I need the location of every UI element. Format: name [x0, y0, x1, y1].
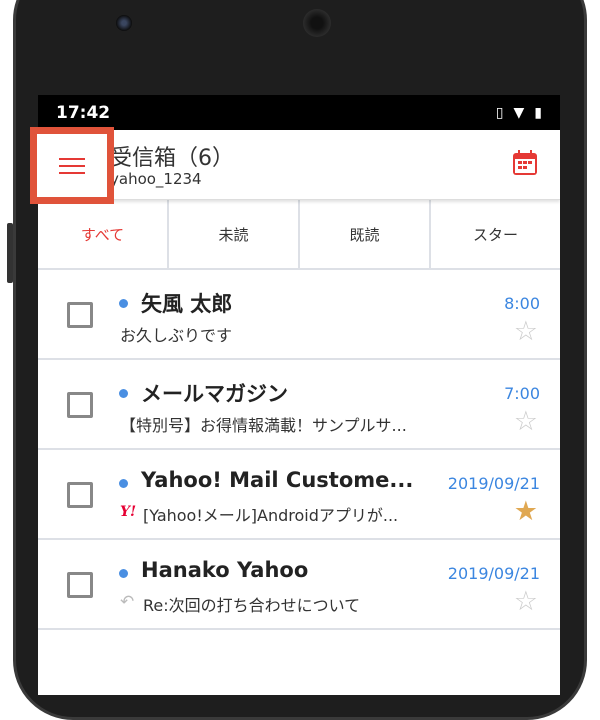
message-subject: Re:次回の打ち合わせについて [143, 596, 361, 615]
star-icon[interactable]: ☆ [514, 408, 538, 435]
tab-all[interactable]: すべて [38, 200, 169, 268]
hamburger-menu-icon[interactable] [30, 127, 114, 204]
star-icon[interactable]: ☆ [514, 588, 538, 615]
page-title: 受信箱（6） [110, 146, 234, 171]
volume-button [7, 223, 13, 283]
wifi-icon: ▼ [513, 104, 525, 121]
message-row[interactable]: メールマガジン 7:00 【特別号】お得情報満載！サンプルサ... ☆ [38, 360, 560, 450]
unread-dot [119, 299, 128, 308]
unread-dot [119, 569, 128, 578]
account-name: yahoo_1234 [110, 170, 202, 188]
message-date: 2019/09/21 [447, 474, 540, 493]
front-camera [116, 15, 132, 31]
message-date: 7:00 [504, 384, 540, 403]
yahoo-logo-icon: Y! [120, 504, 137, 520]
message-subject: 【特別号】お得情報満載！サンプルサ... [120, 416, 407, 435]
message-date: 8:00 [504, 294, 540, 313]
message-subject: [Yahoo!メール]Androidアプリが... [143, 506, 399, 525]
unread-dot [119, 479, 128, 488]
message-subject: お久しぶりです [120, 326, 233, 345]
reply-icon: ↶ [120, 592, 135, 612]
battery-charging-icon: ▮ [534, 104, 542, 121]
message-sender: Hanako Yahoo [141, 558, 309, 582]
message-row[interactable]: 矢風 太郎 8:00 お久しぶりです ☆ [38, 270, 560, 360]
message-sender: 矢風 太郎 [141, 292, 233, 316]
vibrate-icon: ▯ [495, 104, 504, 121]
message-row[interactable]: Hanako Yahoo 2019/09/21 ↶ Re:次回の打ち合わせについ… [38, 540, 560, 630]
message-checkbox[interactable] [67, 482, 93, 508]
message-checkbox[interactable] [67, 302, 93, 328]
tab-starred[interactable]: スター [431, 200, 560, 268]
speaker-grill [303, 9, 331, 37]
message-row[interactable] [38, 630, 560, 695]
app-header: 受信箱（6） yahoo_1234 [38, 130, 560, 200]
status-time: 17:42 [56, 102, 111, 123]
screen: 17:42 ▯ ▼ ▮ 受信箱（6） yahoo_1234 すべて 未読 既読 … [38, 95, 560, 695]
star-filled-icon[interactable]: ★ [514, 498, 538, 525]
message-date: 2019/09/21 [447, 564, 540, 583]
status-bar: 17:42 ▯ ▼ ▮ [38, 95, 560, 130]
unread-dot [119, 389, 128, 398]
filter-tabs: すべて 未読 既読 スター [38, 200, 560, 270]
tab-unread[interactable]: 未読 [169, 200, 300, 268]
tab-read[interactable]: 既読 [300, 200, 431, 268]
calendar-icon[interactable] [512, 150, 538, 176]
message-sender: メールマガジン [141, 382, 288, 406]
star-icon[interactable]: ☆ [514, 318, 538, 345]
message-sender: Yahoo! Mail Custome... [141, 468, 414, 492]
message-checkbox[interactable] [67, 572, 93, 598]
message-row[interactable]: Yahoo! Mail Custome... 2019/09/21 Y! [Ya… [38, 450, 560, 540]
message-checkbox[interactable] [67, 392, 93, 418]
